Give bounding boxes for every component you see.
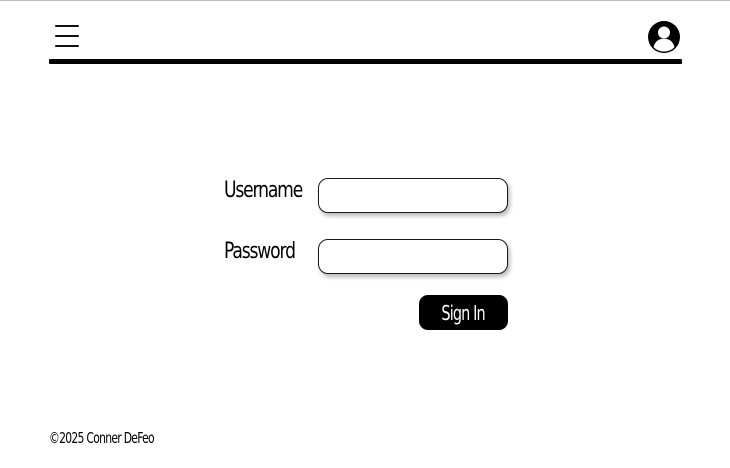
sign-in-button[interactable]: Sign In	[419, 295, 508, 330]
username-input[interactable]	[318, 178, 508, 213]
menu-icon[interactable]	[55, 23, 79, 49]
account-circle-icon	[648, 21, 680, 53]
username-label: Username	[224, 178, 303, 203]
menu-bar	[55, 45, 79, 47]
menu-bar	[55, 35, 79, 37]
menu-bar	[55, 25, 79, 27]
copyright-text: ©2025 Conner DeFeo	[49, 429, 155, 447]
password-label: Password	[224, 239, 296, 264]
sign-in-label: Sign In	[441, 300, 486, 325]
login-page: Username Password Sign In ©2025 Conner D…	[0, 0, 730, 468]
password-input[interactable]	[318, 239, 508, 274]
profile-icon[interactable]	[647, 20, 681, 54]
header-divider	[49, 59, 682, 64]
